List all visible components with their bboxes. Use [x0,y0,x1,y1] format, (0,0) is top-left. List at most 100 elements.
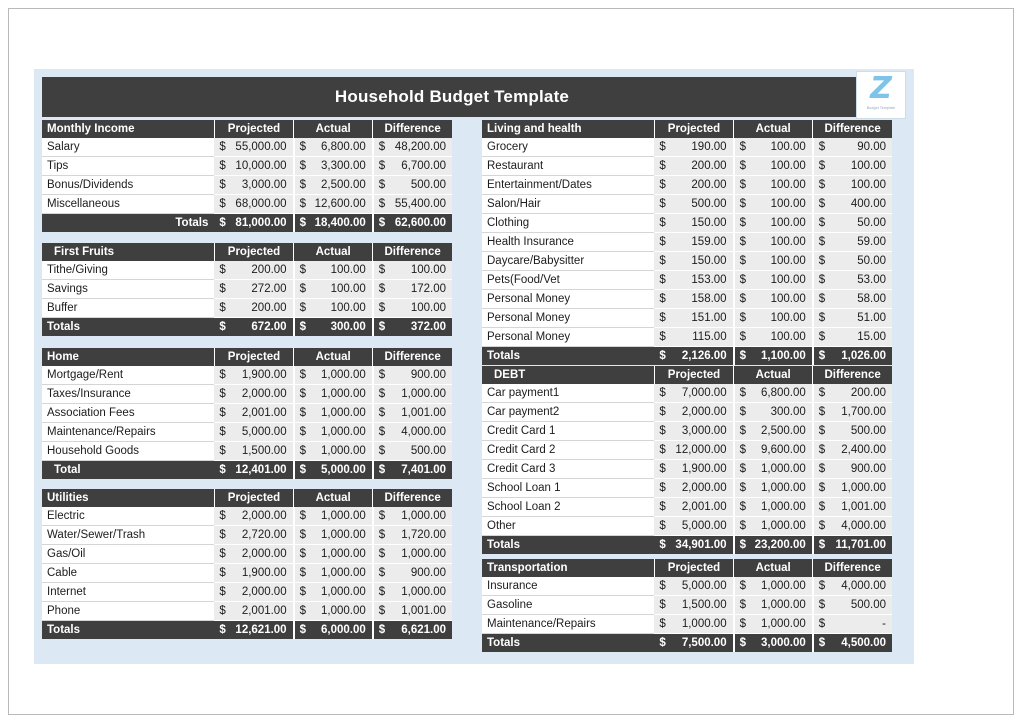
cell-projected: 1,000.00 [670,614,734,634]
cell-difference: 900.00 [388,366,452,385]
currency-symbol: $ [654,402,671,422]
table-row[interactable]: Phone $2,001.00 $1,000.00 $1,001.00 [42,601,452,621]
table-row[interactable]: Personal Money $115.00 $100.00 $15.00 [482,327,892,347]
cell-projected: 115.00 [670,327,734,347]
currency-symbol: $ [811,402,829,422]
table-row[interactable]: Taxes/Insurance $2,000.00 $1,000.00 $1,000.… [42,384,452,404]
table-row[interactable]: Credit Card 1 $3,000.00 $2,500.00 $500.00 [482,421,892,441]
table-row[interactable]: Restaurant $200.00 $100.00 $100.00 [482,156,892,176]
brand-logo: Z Budget Template [856,71,906,119]
column-header-difference: Difference [372,489,452,507]
cell-actual: 1,000.00 [749,595,813,615]
currency-symbol: $ [654,156,671,176]
column-header-projected: Projected [654,120,735,138]
currency-symbol: $ [732,595,750,615]
totals-actual: 18,400.00 [309,213,373,232]
table-row[interactable]: Credit Card 2 $12,000.00 $9,600.00 $2,400.0… [482,440,892,460]
table-row[interactable]: Electric $2,000.00 $1,000.00 $1,000.00 [42,507,452,526]
table-row[interactable]: Daycare/Babysitter $150.00 $100.00 $50.00 [482,251,892,271]
totals-actual: 1,100.00 [749,346,813,365]
row-label: Tips [42,156,215,176]
currency-symbol: $ [292,460,310,479]
budget-table-utilities: Utilities Projected Actual Difference Electr… [42,489,452,639]
table-row[interactable]: Personal Money $151.00 $100.00 $51.00 [482,308,892,328]
table-row[interactable]: Gas/Oil $2,000.00 $1,000.00 $1,000.00 [42,544,452,564]
table-row[interactable]: Other $5,000.00 $1,000.00 $4,000.00 [482,516,892,536]
table-row[interactable]: School Loan 1 $2,000.00 $1,000.00 $1,000.00 [482,478,892,498]
currency-symbol: $ [732,251,750,271]
row-label: Car payment1 [482,384,655,403]
table-row[interactable]: Bonus/Dividends $3,000.00 $2,500.00 $500.00 [42,175,452,195]
table-row[interactable]: Water/Sewer/Trash $2,720.00 $1,000.00 $1,72… [42,525,452,545]
currency-symbol: $ [371,460,389,479]
row-label: Association Fees [42,403,215,423]
table-row[interactable]: Miscellaneous $68,000.00 $12,600.00 $55,400… [42,194,452,214]
cell-actual: 100.00 [749,194,813,214]
currency-symbol: $ [654,213,671,233]
cell-difference: 55,400.00 [388,194,452,214]
currency-symbol: $ [732,402,750,422]
cell-actual: 1,000.00 [309,507,373,526]
table-row[interactable]: Pets(Food/Vet $153.00 $100.00 $53.00 [482,270,892,290]
table-row[interactable]: Entertainment/Dates $200.00 $100.00 $100.00 [482,175,892,195]
table-row[interactable]: Buffer $200.00 $100.00 $100.00 [42,298,452,318]
table-row[interactable]: Credit Card 3 $1,900.00 $1,000.00 $900.00 [482,459,892,479]
totals-label: Totals [42,620,215,639]
table-row[interactable]: Association Fees $2,001.00 $1,000.00 $1,001… [42,403,452,423]
cell-actual: 1,000.00 [309,441,373,461]
table-row[interactable]: Health Insurance $159.00 $100.00 $59.00 [482,232,892,252]
cell-difference: 1,001.00 [388,601,452,621]
table-row[interactable]: Salary $55,000.00 $6,800.00 $48,200.00 [42,138,452,157]
totals-label: Totals [42,213,215,232]
table-row[interactable]: Mortgage/Rent $1,900.00 $1,000.00 $900.00 [42,366,452,385]
row-label: Personal Money [482,327,655,347]
totals-actual: 300.00 [309,317,373,336]
table-row[interactable]: Tips $10,000.00 $3,300.00 $6,700.00 [42,156,452,176]
table-row[interactable]: Personal Money $158.00 $100.00 $58.00 [482,289,892,309]
currency-symbol: $ [292,403,310,423]
table-row[interactable]: Grocery $190.00 $100.00 $90.00 [482,138,892,157]
table-row[interactable]: Cable $1,900.00 $1,000.00 $900.00 [42,563,452,583]
cell-actual: 100.00 [309,261,373,280]
column-header-difference: Difference [372,120,452,138]
table-row[interactable]: Maintenance/Repairs $1,000.00 $1,000.00 $ - [482,614,892,634]
table-row[interactable]: Car payment1 $7,000.00 $6,800.00 $200.00 [482,384,892,403]
table-row[interactable]: Household Goods $1,500.00 $1,000.00 $500.00 [42,441,452,461]
currency-symbol: $ [732,535,750,554]
table-row[interactable]: School Loan 2 $2,001.00 $1,000.00 $1,001.00 [482,497,892,517]
row-label: Water/Sewer/Trash [42,525,215,545]
table-row[interactable]: Gasoline $1,500.00 $1,000.00 $500.00 [482,595,892,615]
table-totals-row: Totals $34,901.00 $23,200.00 $11,701.00 [482,535,892,554]
table-row[interactable]: Internet $2,000.00 $1,000.00 $1,000.00 [42,582,452,602]
cell-actual: 1,000.00 [309,582,373,602]
currency-symbol: $ [371,403,389,423]
cell-actual: 100.00 [749,232,813,252]
cell-difference: 1,700.00 [828,402,892,422]
cell-projected: 200.00 [230,261,294,280]
row-label: Savings [42,279,215,299]
row-label: Phone [42,601,215,621]
cell-difference: 1,001.00 [828,497,892,517]
row-label: Grocery [482,138,655,157]
table-row[interactable]: Salon/Hair $500.00 $100.00 $400.00 [482,194,892,214]
table-row[interactable]: Savings $272.00 $100.00 $172.00 [42,279,452,299]
cell-actual: 1,000.00 [749,497,813,517]
currency-symbol: $ [214,366,231,385]
currency-symbol: $ [214,279,231,299]
totals-projected: 2,126.00 [670,346,734,365]
column-header-difference: Difference [812,120,892,138]
currency-symbol: $ [214,384,231,404]
totals-difference: 4,500.00 [828,633,892,652]
currency-symbol: $ [654,614,671,634]
totals-label: Totals [482,535,655,554]
cell-actual: 1,000.00 [309,366,373,385]
table-row[interactable]: Car payment2 $2,000.00 $300.00 $1,700.00 [482,402,892,422]
budget-table-first-fruits: First Fruits Projected Actual Difference Tit… [42,243,452,336]
table-row[interactable]: Insurance $5,000.00 $1,000.00 $4,000.00 [482,577,892,596]
table-row[interactable]: Clothing $150.00 $100.00 $50.00 [482,213,892,233]
table-row[interactable]: Maintenance/Repairs $5,000.00 $1,000.00 $4,… [42,422,452,442]
row-label: Buffer [42,298,215,318]
currency-symbol: $ [214,138,231,157]
table-row[interactable]: Tithe/Giving $200.00 $100.00 $100.00 [42,261,452,280]
cell-actual: 100.00 [749,327,813,347]
